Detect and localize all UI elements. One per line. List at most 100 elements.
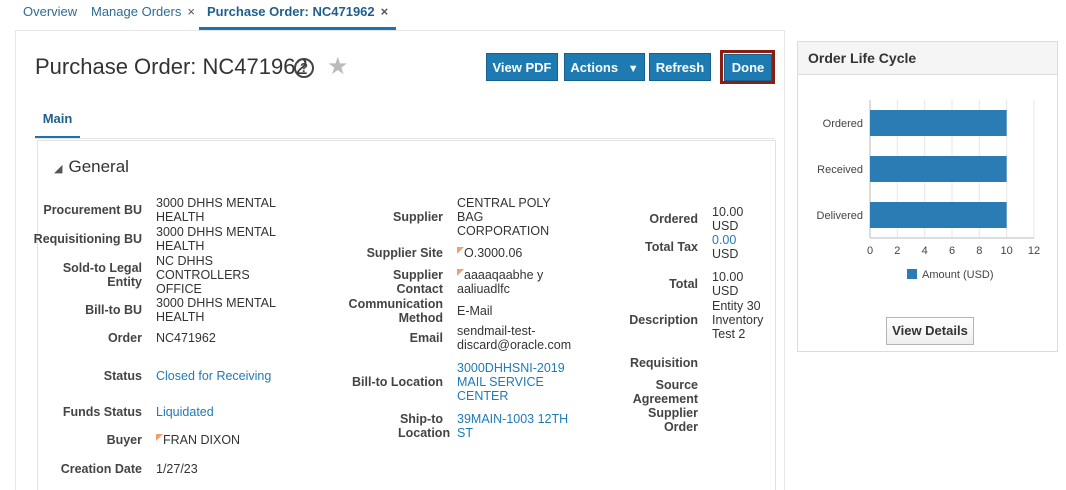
total-tax-link[interactable]: 0.00 — [712, 233, 770, 247]
funds-status-link[interactable]: Liquidated — [156, 405, 281, 419]
note-flag-icon — [457, 247, 464, 254]
status-link[interactable]: Closed for Receiving — [156, 369, 281, 383]
field-value: E-Mail — [457, 304, 493, 318]
tab-bar: Overview Manage Orders × Purchase Order: … — [0, 0, 1066, 30]
field-status: Status Closed for Receiving — [14, 369, 281, 383]
field-supplier: Supplier CENTRAL POLY BAG CORPORATION — [313, 196, 557, 238]
x-tick-label: 12 — [1028, 245, 1040, 257]
field-label: Sold-to Legal Entity — [62, 261, 142, 289]
close-icon[interactable]: × — [187, 4, 195, 19]
field-label: Status — [103, 369, 142, 383]
caret-down-icon: ▼ — [627, 63, 639, 75]
field-value: 10.00 USD — [712, 205, 744, 233]
field-label: Total Tax — [644, 240, 698, 254]
currency: USD — [712, 247, 739, 261]
field-ship-to-location: Ship-to Location 39MAIN-1003 12TH ST — [313, 412, 572, 440]
supplier-contact-value: aaaaqaabhe y aaliuadlfc — [457, 268, 544, 296]
x-tick-label: 10 — [1001, 245, 1013, 257]
field-supplier-order: Supplier Order — [600, 406, 770, 434]
collapse-icon[interactable]: ◢ — [54, 163, 62, 175]
field-value: 3000 DHHS MENTAL HEALTH — [156, 196, 276, 224]
field-value: 0.00 USD — [712, 233, 770, 261]
field-total: Total 10.00 USD — [600, 270, 752, 298]
field-supplier-site: Supplier Site O.3000.06 — [313, 246, 572, 260]
bar — [870, 110, 1007, 136]
x-tick-label: 6 — [949, 245, 955, 257]
field-label: Requisition — [629, 356, 698, 370]
done-button[interactable]: Done — [724, 54, 772, 81]
y-category-label: Delivered — [817, 210, 863, 222]
field-label: Creation Date — [60, 462, 142, 476]
close-icon[interactable]: × — [381, 4, 389, 19]
field-value: aaaaqaabhe y aaliuadlfc — [457, 268, 552, 296]
field-source-agreement: Source Agreement — [600, 378, 770, 406]
field-value: 1/27/23 — [156, 462, 198, 476]
field-total-tax: Total Tax 0.00 USD — [600, 233, 770, 261]
field-value: O.3000.06 — [457, 246, 572, 260]
buyer-name: FRAN DIXON — [163, 433, 241, 447]
field-value: 3000 DHHS MENTAL HEALTH — [156, 296, 276, 324]
tab-label: Manage Orders — [91, 4, 182, 19]
field-value: FRAN DIXON — [156, 433, 281, 447]
note-flag-icon — [457, 269, 464, 276]
ship-to-location-link[interactable]: 39MAIN-1003 12TH ST — [457, 412, 572, 440]
field-value: Entity 30 Inventory Test 2 — [712, 299, 764, 341]
field-value: NC471962 — [156, 331, 216, 345]
field-ordered: Ordered 10.00 USD — [600, 205, 752, 233]
tab-overview[interactable]: Overview — [23, 4, 77, 30]
x-tick-label: 2 — [894, 245, 900, 257]
bar — [870, 156, 1007, 182]
legend-label: Amount (USD) — [922, 269, 994, 281]
actions-button[interactable]: Actions ▼ — [564, 53, 645, 81]
refresh-button[interactable]: Refresh — [649, 53, 711, 81]
field-supplier-contact: Supplier Contact aaaaqaabhe y aaliuadlfc — [313, 268, 552, 296]
tab-manage-orders[interactable]: Manage Orders × — [91, 4, 195, 30]
tab-main[interactable]: Main — [35, 105, 80, 139]
page-title: Purchase Order: NC471962 — [35, 54, 308, 79]
section-title: General — [68, 157, 129, 176]
field-label: Total — [669, 277, 698, 291]
field-sold-to-legal-entity: Sold-to Legal Entity NC DHHS CONTROLLERS … — [14, 254, 256, 296]
field-label: Buyer — [106, 433, 142, 447]
section-header[interactable]: ◢ General — [54, 157, 129, 177]
field-label: Requisitioning BU — [33, 232, 142, 246]
field-label: Supplier Order — [647, 406, 698, 434]
field-value: 3000 DHHS MENTAL HEALTH — [156, 225, 276, 253]
field-bill-to-bu: Bill-to BU 3000 DHHS MENTAL HEALTH — [14, 296, 281, 324]
order-life-cycle-chart: 0 2 4 6 8 10 12 Ordered Received Delivered Amount … — [817, 100, 1040, 281]
field-label: Order — [107, 331, 142, 345]
tab-label: Purchase Order: NC471962 — [207, 4, 375, 19]
field-value: sendmail-test-discard@oracle.com — [457, 324, 572, 352]
x-tick-label: 0 — [867, 245, 873, 257]
view-details-button[interactable]: View Details — [886, 317, 974, 345]
panel-title: Order Life Cycle — [798, 42, 1057, 75]
field-label: Description — [629, 313, 698, 327]
divider — [35, 138, 775, 139]
field-label: Communication Method — [348, 297, 443, 325]
y-category-label: Ordered — [823, 118, 863, 130]
bill-to-location-link[interactable]: 3000DHHSNI-2019 MAIL SERVICE CENTER — [457, 361, 572, 403]
field-buyer: Buyer FRAN DIXON — [14, 433, 281, 447]
help-icon[interactable]: ? — [294, 58, 314, 78]
field-label: Procurement BU — [43, 203, 142, 217]
field-procurement-bu: Procurement BU 3000 DHHS MENTAL HEALTH — [14, 196, 281, 224]
view-pdf-button[interactable]: View PDF — [486, 53, 558, 81]
field-value: CENTRAL POLY BAG CORPORATION — [457, 196, 551, 238]
field-funds-status: Funds Status Liquidated — [14, 405, 281, 419]
x-tick-label: 4 — [922, 245, 928, 257]
note-flag-icon — [156, 434, 163, 441]
field-bill-to-location: Bill-to Location 3000DHHSNI-2019 MAIL SER… — [313, 361, 572, 403]
supplier-site-value: O.3000.06 — [464, 246, 523, 260]
field-label: Supplier Contact — [393, 268, 444, 296]
star-icon[interactable]: ★ — [327, 52, 349, 81]
field-label: Ordered — [649, 212, 698, 226]
tab-purchase-order[interactable]: Purchase Order: NC471962 × — [199, 4, 397, 30]
x-tick-label: 8 — [976, 245, 982, 257]
legend-swatch — [907, 269, 917, 279]
field-creation-date: Creation Date 1/27/23 — [14, 462, 281, 476]
actions-label: Actions — [570, 60, 619, 75]
field-email: Email sendmail-test-discard@oracle.com — [313, 324, 572, 352]
field-requisition: Requisition — [600, 356, 770, 370]
field-requisitioning-bu: Requisitioning BU 3000 DHHS MENTAL HEALTH — [14, 225, 281, 253]
field-label: Funds Status — [62, 405, 142, 419]
